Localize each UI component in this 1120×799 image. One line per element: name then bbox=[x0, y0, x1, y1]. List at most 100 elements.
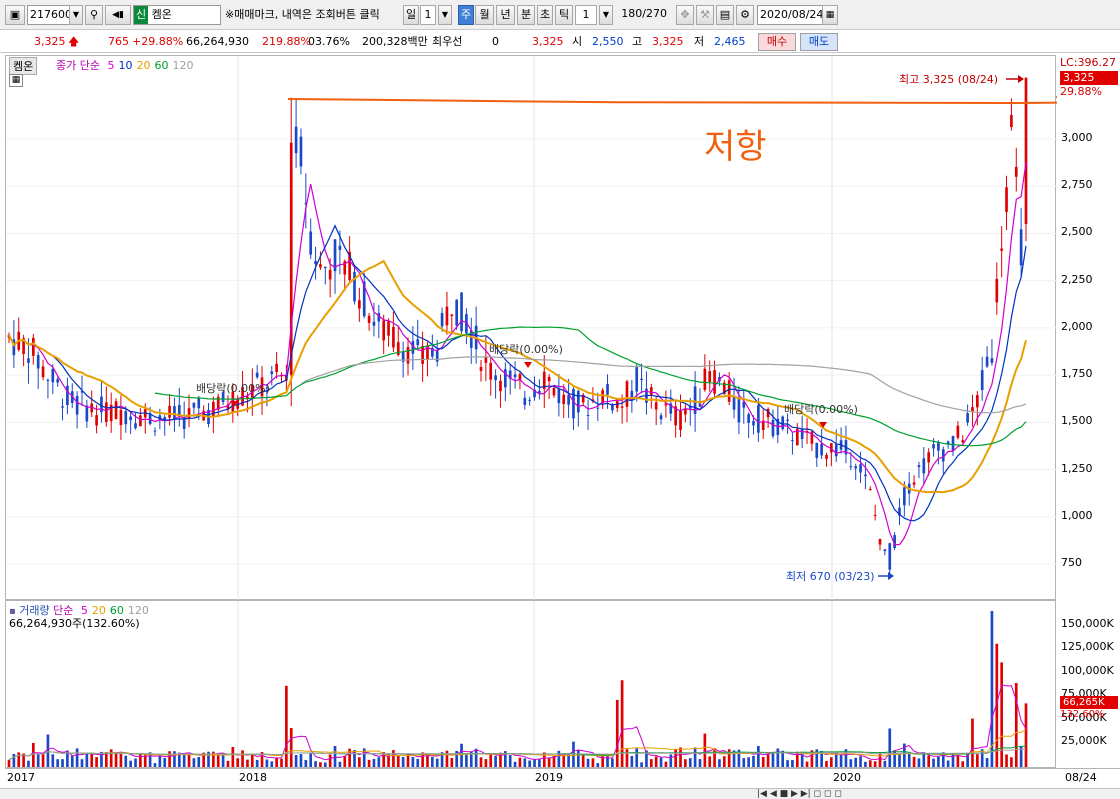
period-tab-3[interactable]: 월 bbox=[475, 5, 494, 25]
period-tab-7[interactable]: 틱 bbox=[555, 5, 573, 25]
gear-icon[interactable]: ⚙ bbox=[736, 5, 754, 25]
candle-body bbox=[104, 402, 108, 423]
volume-bar bbox=[236, 758, 240, 767]
grid-icon[interactable]: ▦ bbox=[9, 74, 23, 87]
volume-bar bbox=[41, 753, 45, 767]
candle-body bbox=[732, 395, 736, 410]
period-dropdown-icon[interactable]: ▼ bbox=[438, 5, 452, 25]
buy-button[interactable]: 매수 bbox=[758, 33, 796, 51]
volume-bar bbox=[722, 756, 726, 767]
order-price: 3,325 bbox=[532, 35, 564, 48]
tick-dropdown-icon[interactable]: ▼ bbox=[599, 5, 613, 25]
volume-bar bbox=[659, 757, 663, 767]
ma-legend-60[interactable]: 60 bbox=[154, 59, 168, 72]
volume-bar bbox=[75, 748, 79, 767]
dividend-label: 배당락(0.00%) bbox=[196, 382, 270, 395]
candle-body bbox=[1024, 77, 1028, 224]
volume-bar bbox=[679, 747, 682, 767]
candle-body bbox=[927, 452, 931, 463]
open-price: 2,550 bbox=[592, 35, 624, 48]
volume-tick-label: 25,000K bbox=[1061, 734, 1107, 747]
bottom-scrollbar[interactable]: |◀ ◀ ■ ▶ ▶| ◻ ◻ ◻ bbox=[0, 788, 1120, 799]
candle-body bbox=[1000, 248, 1004, 251]
volume-bar bbox=[216, 753, 220, 767]
volume-bar bbox=[124, 755, 128, 767]
period-tab-0[interactable]: 일 bbox=[403, 5, 419, 25]
candle-body bbox=[781, 416, 785, 430]
calendar-icon[interactable]: ▦ bbox=[822, 5, 838, 25]
candle-body bbox=[985, 356, 989, 367]
speaker-icon[interactable]: ◀▮ bbox=[105, 5, 131, 25]
date-input[interactable]: 2020/08/24 bbox=[757, 5, 827, 25]
volume-ratio: 219.88% bbox=[262, 35, 311, 48]
volume-bar bbox=[226, 760, 230, 767]
volume-bar bbox=[17, 752, 21, 767]
volume-bar bbox=[956, 755, 960, 767]
volume-bar bbox=[664, 761, 668, 767]
cross-icon[interactable]: ✥ bbox=[676, 5, 694, 25]
volume-bar bbox=[129, 760, 132, 767]
chart-name-tag[interactable]: 켐온 bbox=[9, 57, 38, 75]
scroll-controls-icon[interactable]: |◀ ◀ ■ ▶ ▶| ◻ ◻ ◻ bbox=[757, 789, 842, 799]
volume-bar bbox=[654, 756, 658, 767]
count-display: 180/270 bbox=[621, 7, 667, 20]
current-price-tag: 3,325 bbox=[1060, 70, 1118, 85]
volume-bar bbox=[27, 760, 30, 767]
candle-body bbox=[56, 379, 59, 383]
volume-bar bbox=[625, 749, 629, 767]
volume-bar bbox=[494, 755, 497, 767]
volume-bar bbox=[1005, 754, 1008, 767]
stock-code-dropdown-icon[interactable]: ▼ bbox=[69, 5, 83, 25]
stock-name-field[interactable]: 신 켐온 bbox=[133, 5, 221, 25]
volume-bar bbox=[489, 753, 493, 767]
volume-info: 66,264,930주(132.60%) bbox=[9, 617, 140, 630]
volume-bar bbox=[640, 762, 643, 767]
ma-legend-120[interactable]: 120 bbox=[172, 59, 193, 72]
window-menu-icon[interactable]: ▣ bbox=[5, 5, 25, 25]
search-icon[interactable]: ⚲ bbox=[85, 5, 103, 25]
candle-body bbox=[51, 368, 55, 383]
candle-body bbox=[358, 300, 361, 309]
volume-bar bbox=[182, 753, 186, 767]
ma-legend-20[interactable]: 20 bbox=[136, 59, 150, 72]
price-chart-canvas: 저항 최고 3,325 (08/24) 최저 670 (03/23) 배당락(0.00… bbox=[6, 56, 1057, 601]
volume-tick-label: 125,000K bbox=[1061, 640, 1114, 654]
candle-body bbox=[649, 387, 653, 395]
volume-bar bbox=[912, 756, 916, 767]
volume-bar bbox=[898, 753, 901, 767]
ma-legend-5[interactable]: 5 bbox=[107, 59, 114, 72]
volume-bar bbox=[31, 742, 35, 767]
candle-body bbox=[85, 405, 89, 422]
candle-body bbox=[980, 370, 984, 391]
period-tab-5[interactable]: 분 bbox=[517, 5, 535, 25]
period-tab-4[interactable]: 년 bbox=[496, 5, 515, 25]
volume-bar bbox=[635, 748, 639, 767]
volume-bar bbox=[878, 753, 882, 767]
volume-bar bbox=[338, 761, 342, 767]
ma-legend-title: 종가 단순 bbox=[56, 59, 100, 72]
volume-bar bbox=[757, 745, 760, 767]
time-axis-label: 08/24 bbox=[1065, 771, 1097, 784]
volume-bar bbox=[864, 761, 867, 767]
price-chart-pane[interactable]: 저항 최고 3,325 (08/24) 최저 670 (03/23) 배당락(0.00… bbox=[5, 55, 1057, 601]
period-tab-1[interactable]: 1 bbox=[420, 5, 436, 25]
tool-icon[interactable]: ⚒ bbox=[696, 5, 714, 25]
volume-bar bbox=[649, 759, 653, 767]
period-tab-2[interactable]: 주 bbox=[458, 5, 474, 25]
save-icon[interactable]: ▤ bbox=[716, 5, 734, 25]
volume-chart-pane[interactable]: ▪ 거래량 단순 5 20 60 120 66,264,930주(132.60%) bbox=[5, 600, 1056, 769]
sell-button[interactable]: 매도 bbox=[800, 33, 838, 51]
ma-legend-10[interactable]: 10 bbox=[118, 59, 132, 72]
price-axis: LC:396.27 3,000 2,750 2,500 2,250 2,000 1,750… bbox=[1058, 55, 1120, 600]
volume-bar bbox=[849, 759, 853, 767]
current-price: 3,325 bbox=[34, 35, 66, 48]
order-type: 최우선 bbox=[432, 35, 463, 48]
candle-body bbox=[323, 266, 327, 269]
candle-body bbox=[659, 415, 663, 420]
volume-bar bbox=[615, 699, 619, 767]
period-tab-8[interactable]: 1 bbox=[575, 5, 597, 25]
volume-bar bbox=[479, 757, 483, 767]
period-tab-6[interactable]: 초 bbox=[537, 5, 553, 25]
volume-bar bbox=[698, 759, 702, 767]
volume-bar bbox=[139, 753, 142, 767]
